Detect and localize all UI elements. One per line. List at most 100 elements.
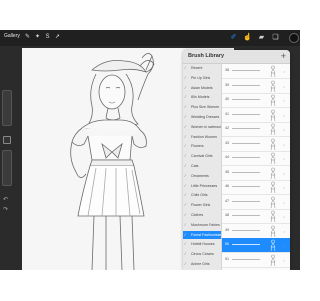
category-label: Fashion Women — [191, 134, 218, 139]
brush-category-item[interactable]: ∕ Plus Size Women — [183, 103, 221, 111]
brush-set-icon: ∕ — [185, 114, 186, 119]
brush-category-item[interactable]: ∕ Cats — [183, 162, 221, 170]
category-label: Ornaments — [191, 173, 209, 178]
brush-stroke-preview — [232, 99, 260, 100]
brush-category-item[interactable]: ∕ Flower Girls — [183, 201, 221, 209]
undo-icon[interactable]: ↶ — [3, 196, 8, 203]
smudge-icon[interactable]: ☝ — [243, 33, 252, 42]
brush-item[interactable]: 49 ⌟ — [222, 224, 290, 239]
eyedropper-button[interactable] — [3, 136, 11, 144]
color-picker-button[interactable] — [289, 33, 299, 43]
brush-category-item[interactable]: ∕ Chibi Girls — [183, 191, 221, 199]
ipad-device: Gallery ✎ ✦ S ➚ ✐ ☝ ▰ ❏ ↶ ↷ Brush Librar… — [0, 0, 300, 301]
brush-options-icon: ⌟ — [283, 184, 285, 189]
brush-item[interactable]: 39 ⌟ — [222, 79, 290, 94]
brush-set-icon: ∕ — [185, 65, 186, 70]
brush-category-item[interactable]: ∕ Flowers — [183, 142, 221, 150]
brush-set-icon: ∕ — [185, 104, 186, 110]
brush-options-icon: ⌟ — [283, 111, 285, 117]
brush-category-item[interactable]: ∕ Little Princesses — [183, 182, 221, 190]
brush-item[interactable]: 51 ⌟ — [222, 253, 290, 268]
brush-stamp-thumbnail — [270, 94, 276, 106]
brush-category-item[interactable]: ∕ Fashion Women — [183, 133, 221, 141]
brush-item[interactable]: 41 ⌟ — [222, 108, 290, 123]
brush-icon[interactable]: ✐ — [229, 33, 238, 42]
brush-category-item[interactable]: ∕ Asian Models — [183, 84, 221, 92]
category-label: Hobbit Houses — [191, 242, 215, 247]
category-label: Circus Clowns — [191, 252, 214, 257]
brush-category-item[interactable]: ∕ 80s Models — [183, 93, 221, 101]
brush-item[interactable]: 47 ⌟ — [222, 195, 290, 210]
brush-stroke-preview — [232, 186, 260, 187]
brush-item[interactable]: 43 ⌟ — [222, 137, 290, 152]
brush-item[interactable]: 46 ⌟ — [222, 180, 290, 195]
brush-number: 43 — [225, 140, 229, 145]
magic-wand-icon[interactable]: ✦ — [34, 33, 41, 42]
brush-item[interactable]: 44 ⌟ — [222, 151, 290, 166]
brush-size-slider[interactable] — [2, 90, 12, 126]
brush-stroke-preview — [232, 200, 260, 202]
brush-set-icon: ∕ — [185, 261, 186, 266]
wrench-icon[interactable]: ✎ — [24, 33, 31, 42]
brush-item[interactable]: 38 ⌟ — [222, 64, 290, 79]
brush-number: 45 — [225, 169, 229, 174]
brush-stamp-thumbnail — [270, 138, 276, 150]
eraser-icon[interactable]: ▰ — [257, 33, 266, 42]
opacity-slider[interactable] — [2, 150, 12, 186]
brush-set-icon: ∕ — [185, 94, 186, 100]
category-label: Women in swimsuits — [191, 124, 221, 129]
brush-number: 39 — [225, 82, 229, 87]
category-label: Chibi Girls — [191, 193, 208, 198]
brush-set-icon: ∕ — [185, 153, 186, 159]
redo-icon[interactable]: ↷ — [3, 206, 8, 213]
brush-set-icon: ∕ — [185, 202, 186, 208]
brush-stroke-preview — [232, 128, 260, 129]
selection-icon[interactable]: S — [44, 33, 51, 42]
brush-category-item[interactable]: ∕ Wedding Dresses — [183, 113, 221, 121]
layers-icon[interactable]: ❏ — [271, 33, 280, 42]
brush-stamp-thumbnail — [270, 210, 276, 222]
panel-title: Brush Library — [188, 53, 225, 59]
brush-category-item[interactable]: ∕ Anime Girls — [183, 260, 221, 268]
brush-stamp-thumbnail — [270, 109, 276, 121]
brush-item[interactable]: 42 ⌟ — [222, 122, 290, 137]
brush-number: 41 — [225, 111, 229, 116]
brush-options-icon: ⌟ — [283, 126, 285, 131]
brush-category-item[interactable]: ∕ Ornaments — [183, 172, 221, 180]
brush-category-item[interactable]: ∕ Carnival Girls — [183, 152, 221, 160]
category-list: ∕ Recent ∕ Pin Up Girls ∕ Asian Models ∕ 80s Mo… — [183, 64, 222, 270]
brush-item[interactable]: 40 ⌟ — [222, 93, 290, 108]
brush-list: 38 ⌟ 39 ⌟ 40 ⌟ 41 ⌟ 42 ⌟ 43 ⌟ 44 ⌟ 45 ⌟ 46 ⌟ 47 ⌟ 48 ⌟ 49 ⌟ 50 ⌟ 5… — [222, 64, 290, 270]
brush-options-icon: ⌟ — [283, 242, 285, 247]
brush-set-icon: ∕ — [185, 74, 186, 80]
brush-item[interactable]: 48 ⌟ — [222, 209, 290, 224]
category-label: Cats — [191, 164, 199, 168]
category-label: Anime Girls — [191, 262, 210, 266]
top-toolbar: Gallery ✎ ✦ S ➚ ✐ ☝ ▰ ❏ — [0, 30, 300, 46]
brush-options-icon: ⌟ — [283, 256, 285, 262]
gallery-button[interactable]: Gallery — [4, 33, 20, 39]
brush-category-item[interactable]: ∕ Pin Up Girls — [183, 74, 221, 82]
brush-category-item[interactable]: ∕ Mushroom Fairies — [183, 221, 221, 229]
brush-number: 48 — [225, 213, 229, 217]
brush-category-item[interactable]: ∕ Clothes — [183, 211, 221, 219]
brush-category-item[interactable]: ∕ Women in swimsuits — [183, 123, 221, 131]
brush-category-item[interactable]: ∕ Circus Clowns — [183, 250, 221, 258]
brush-set-icon: ∕ — [185, 123, 186, 129]
brush-stamp-thumbnail — [270, 225, 276, 237]
brush-item[interactable]: 50 ⌟ — [222, 238, 290, 253]
brush-stamp-thumbnail — [270, 254, 276, 266]
brush-category-item[interactable]: ∕ Hobbit Houses — [183, 240, 221, 248]
brush-item[interactable]: 45 ⌟ — [222, 166, 290, 181]
brush-options-icon: ⌟ — [283, 140, 285, 146]
brush-category-item[interactable]: ∕ Forest Fashionistas — [183, 230, 221, 239]
transform-icon[interactable]: ➚ — [54, 33, 61, 42]
category-label: Flowers — [191, 144, 204, 149]
brush-category-item[interactable]: ∕ Recent — [183, 64, 221, 72]
brush-stroke-preview — [232, 84, 260, 86]
brush-stamp-thumbnail — [270, 152, 276, 164]
category-label: Recent — [191, 66, 203, 70]
brush-stroke-preview — [232, 258, 260, 260]
brush-set-icon: ∕ — [185, 212, 186, 217]
add-brush-button[interactable]: + — [281, 51, 286, 61]
